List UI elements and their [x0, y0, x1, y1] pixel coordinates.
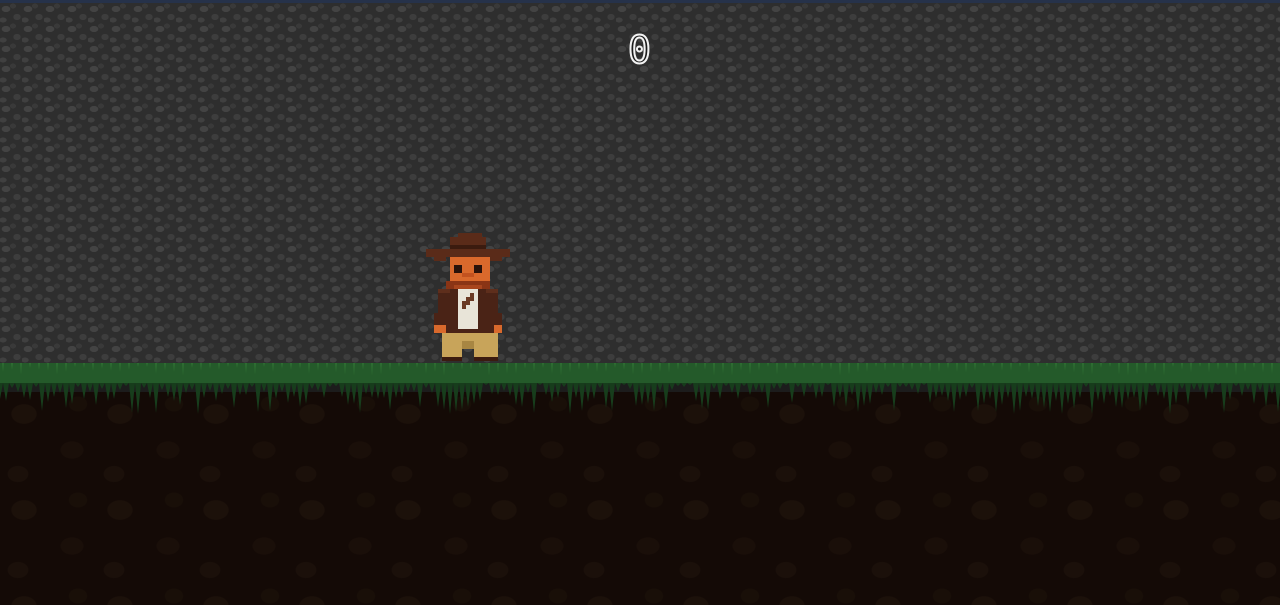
player-character	[426, 233, 510, 361]
trousers	[442, 333, 498, 361]
soil-ground	[0, 392, 1280, 605]
game-canvas[interactable]: 0	[0, 0, 1280, 605]
score-counter: 0	[627, 27, 652, 73]
grass-strip	[0, 363, 1280, 414]
grass-blades	[0, 383, 1280, 414]
face	[446, 257, 490, 293]
hat	[426, 233, 510, 261]
jacket	[434, 289, 502, 333]
